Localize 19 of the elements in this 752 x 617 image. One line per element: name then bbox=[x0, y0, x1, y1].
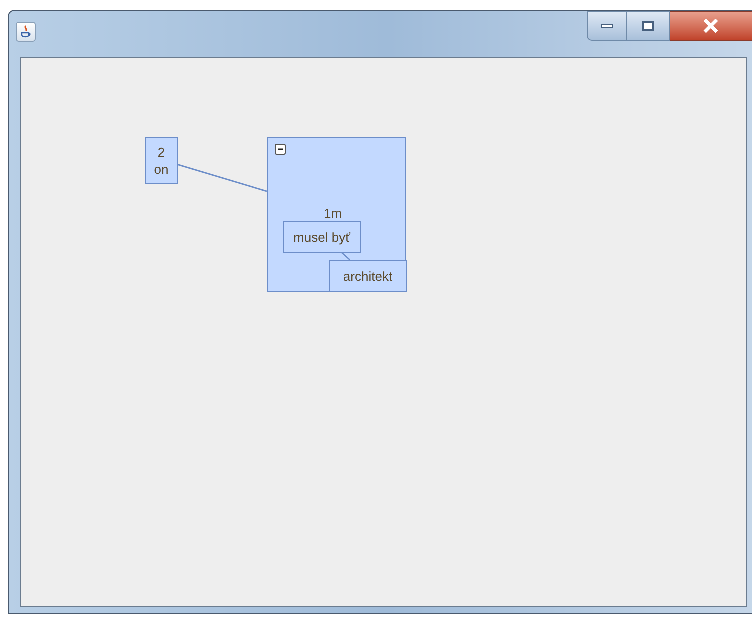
graph-node[interactable]: architekt bbox=[329, 260, 407, 292]
close-icon bbox=[703, 19, 719, 33]
edge-line bbox=[341, 252, 350, 260]
maximize-icon bbox=[642, 21, 654, 31]
group-node[interactable]: 1m musel byť architekt bbox=[267, 137, 406, 292]
java-cup-icon bbox=[16, 22, 36, 42]
node-label: architekt bbox=[343, 268, 393, 284]
graph-node[interactable]: musel byť bbox=[283, 221, 361, 253]
graph-node[interactable]: 2 on bbox=[145, 137, 178, 184]
node-label: on bbox=[154, 160, 169, 178]
minimize-icon bbox=[601, 24, 613, 28]
node-label: musel byť bbox=[294, 228, 350, 246]
maximize-button[interactable] bbox=[627, 11, 670, 41]
node-label: 2 bbox=[158, 144, 166, 160]
close-button[interactable] bbox=[670, 11, 752, 41]
group-label: 1m bbox=[324, 205, 342, 223]
minimize-button[interactable] bbox=[587, 11, 627, 41]
collapse-button[interactable] bbox=[275, 144, 286, 155]
minus-icon bbox=[277, 146, 284, 153]
